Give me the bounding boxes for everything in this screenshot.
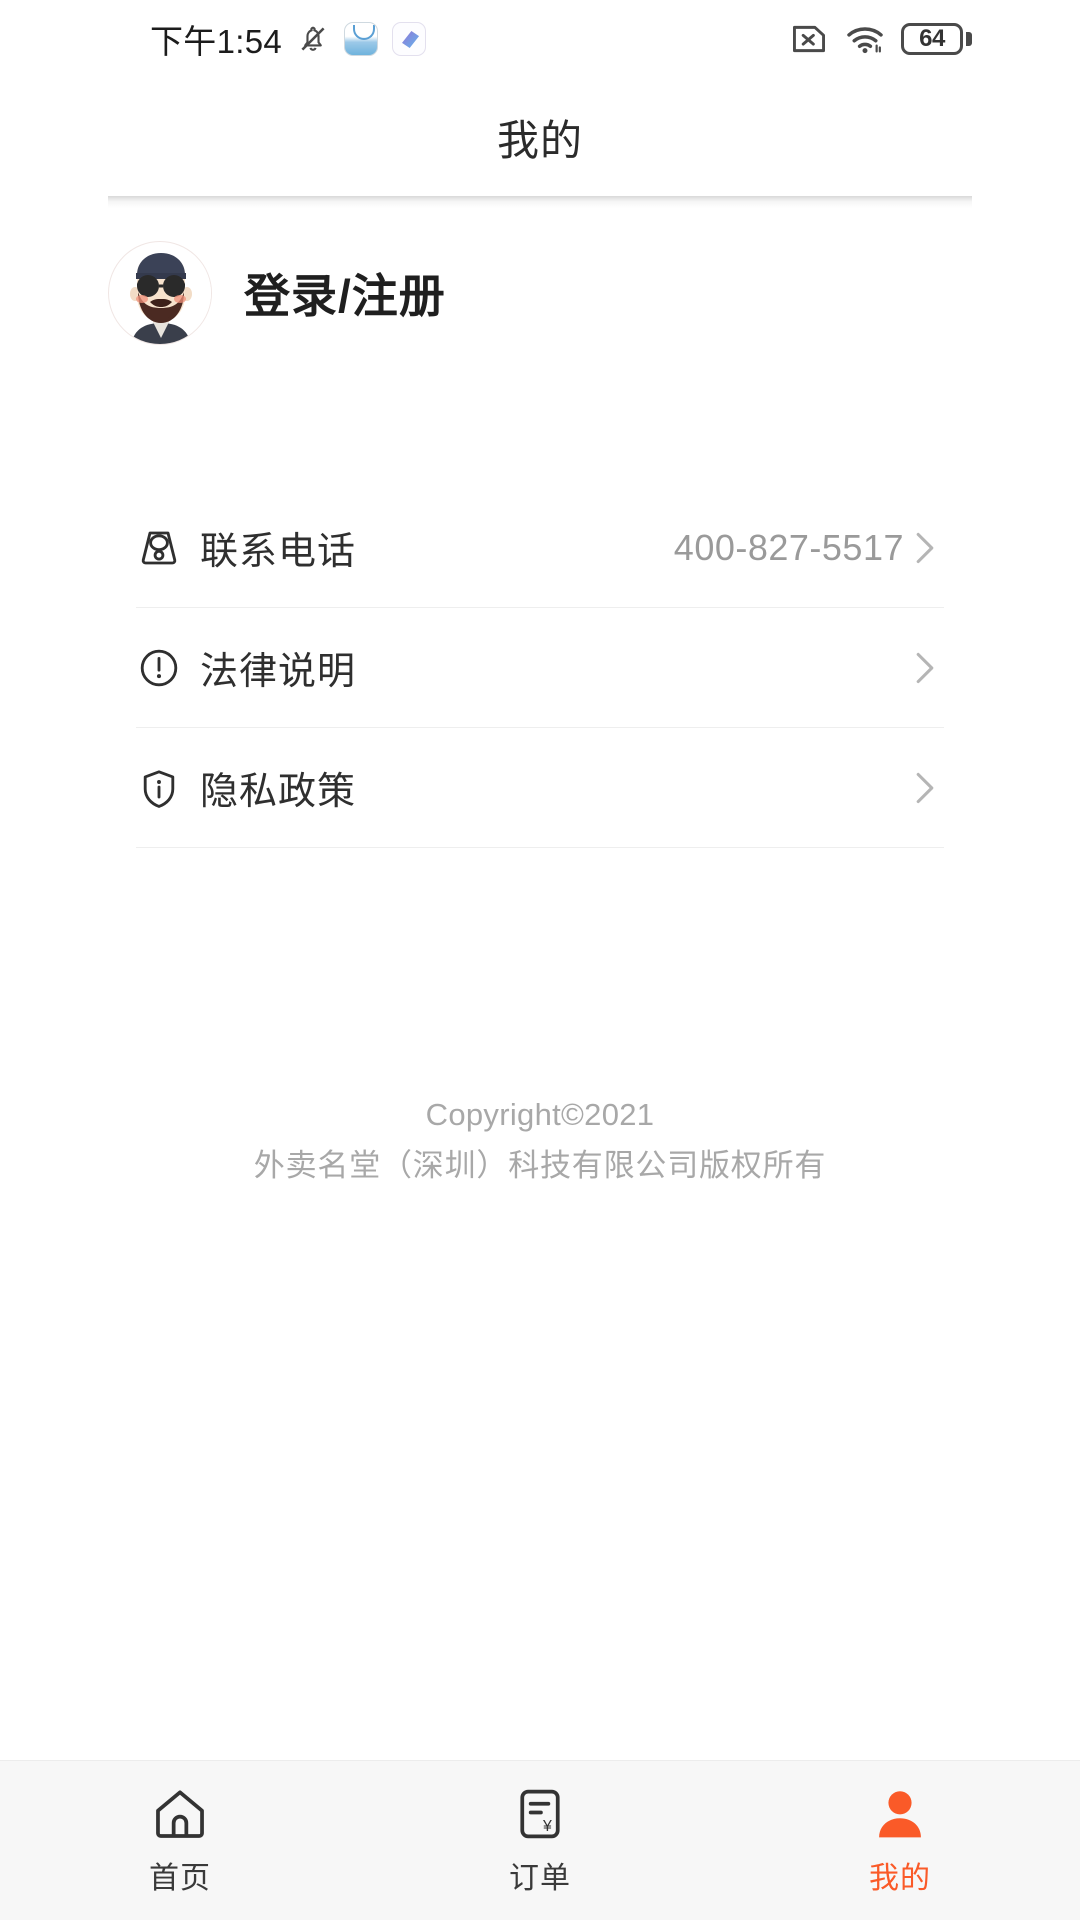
status-bar-right: 64 [789,23,972,55]
menu-item-label: 法律说明 [200,651,357,693]
chevron-right-icon [914,531,936,565]
tab-label: 首页 [149,1861,211,1895]
header-divider [108,196,972,208]
bell-muted-icon [296,22,330,56]
status-bar: 下午1:54 64 [0,0,1080,78]
battery-indicator: 64 [901,23,972,55]
order-receipt-icon: ¥ [511,1785,569,1843]
tab-home[interactable]: 首页 [0,1761,360,1920]
tab-orders[interactable]: ¥ 订单 [360,1761,720,1920]
app-screen: 下午1:54 64 我的 登录/注册 联系电话 400-827-5517 法律说… [0,0,1080,1920]
app-shortcut-icon [344,22,379,56]
app-shortcut-icon [392,22,427,56]
exclamation-circle-icon [136,645,182,691]
status-bar-left: 下午1:54 [150,15,427,63]
person-icon [871,1785,929,1843]
wifi-icon [845,23,885,55]
profile-login-row[interactable]: 登录/注册 [108,238,972,348]
home-icon [151,1785,209,1843]
menu-item-contact-phone[interactable]: 联系电话 400-827-5517 [136,488,944,608]
menu-item-label: 联系电话 [200,531,357,573]
svg-text:¥: ¥ [542,1817,552,1834]
no-sim-icon [789,23,829,55]
settings-menu-list: 联系电话 400-827-5517 法律说明 隐私政策 [136,488,944,848]
menu-item-privacy-policy[interactable]: 隐私政策 [136,728,944,848]
chevron-right-icon [914,771,936,805]
battery-level-text: 64 [919,25,945,52]
menu-item-label: 隐私政策 [200,771,357,813]
tab-label: 订单 [509,1861,571,1895]
copyright-line-1: Copyright©2021 [425,1097,655,1132]
shield-info-icon [136,765,182,811]
tab-mine[interactable]: 我的 [720,1761,1080,1920]
status-time: 下午1:54 [150,23,283,60]
login-register-label[interactable]: 登录/注册 [244,260,446,326]
bottom-tab-bar: 首页 ¥ 订单 我的 [0,1760,1080,1920]
page-title: 我的 [496,116,583,164]
menu-item-legal-statement[interactable]: 法律说明 [136,608,944,728]
page-header: 我的 [0,78,1080,196]
copyright-block: Copyright©2021 外卖名堂（深圳）科技有限公司版权所有 [0,1092,1080,1189]
tab-label: 我的 [869,1861,931,1895]
contact-phone-value: 400-827-5517 [673,526,904,568]
user-avatar[interactable] [108,241,212,345]
chevron-right-icon [914,651,936,685]
copyright-line-2: 外卖名堂（深圳）科技有限公司版权所有 [253,1147,827,1183]
telephone-icon [136,525,182,571]
